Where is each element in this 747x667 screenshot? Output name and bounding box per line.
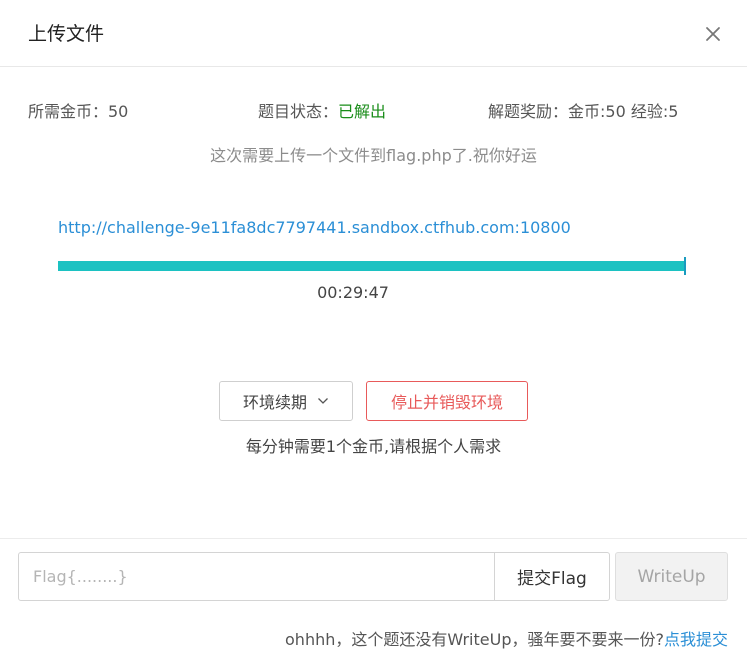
environment-url-link[interactable]: http://challenge-9e11fa8dc7797441.sandbo… [58,216,571,240]
close-button[interactable] [701,22,725,46]
solve-reward: 解题奖励：金币:50 经验:5 [488,102,679,121]
time-progress-fill [58,257,686,275]
required-coins: 所需金币：50 [28,102,129,121]
submit-flag-button[interactable]: 提交Flag [494,552,610,601]
flag-input[interactable] [18,552,495,601]
writeup-note: ohhhh，这个题还没有WriteUp，骚年要不要来一份?点我提交 [285,628,728,652]
footer-divider [0,538,747,539]
destroy-environment-button[interactable]: 停止并销毁环境 [366,381,528,421]
challenge-info-row: 所需金币：50 题目状态：已解出 解题奖励：金币:50 经验:5 [0,99,747,125]
chevron-down-icon [318,398,328,404]
remaining-time: 00:29:47 [317,283,389,302]
challenge-hint: 这次需要上传一个文件到flag.php了.祝你好运 [210,146,537,165]
coin-cost-note: 每分钟需要1个金币,请根据个人需求 [245,437,502,456]
status-value: 已解出 [338,102,387,121]
renew-environment-dropdown[interactable]: 环境续期 [219,381,353,421]
challenge-status: 题目状态：已解出 [258,99,386,125]
dialog-header: 上传文件 [0,0,747,67]
status-label: 题目状态： [258,102,339,121]
renew-label: 环境续期 [242,393,307,412]
time-progress-bar [58,257,686,275]
progress-end-marker [684,257,686,275]
writeup-note-text: ohhhh，这个题还没有WriteUp，骚年要不要来一份? [285,630,664,649]
close-icon [706,27,720,41]
submit-writeup-link[interactable]: 点我提交 [664,630,728,649]
dialog-title: 上传文件 [28,23,105,45]
upload-file-dialog: 上传文件 所需金币：50 题目状态：已解出 解题奖励：金币:50 经验:5 这次… [0,0,747,667]
writeup-button[interactable]: WriteUp [615,552,728,601]
